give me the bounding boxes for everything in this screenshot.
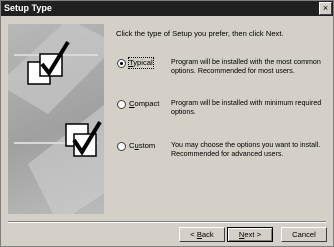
radio-custom[interactable] [117, 142, 126, 151]
cancel-button[interactable]: Cancel [281, 227, 327, 242]
dialog-title: Setup Type [4, 3, 52, 13]
setup-type-dialog: Setup Type × Click the type of Setup you… [0, 0, 334, 247]
option-custom[interactable]: Custom You may choose the options you wa… [117, 141, 327, 165]
compact-label[interactable]: Compact [129, 99, 159, 109]
side-panel-graphic [8, 24, 104, 214]
custom-label[interactable]: Custom [129, 141, 155, 151]
radio-compact[interactable] [117, 100, 126, 109]
instruction-text: Click the type of Setup you prefer, then… [116, 29, 284, 38]
panel-artwork [8, 24, 104, 214]
next-button[interactable]: Next > [227, 227, 273, 242]
compact-description: Program will be installed with minimum r… [171, 99, 322, 116]
option-compact[interactable]: Compact Program will be installed with m… [117, 99, 327, 123]
button-separator [8, 221, 326, 223]
typical-description: Program will be installed with the most … [171, 58, 321, 75]
title-bar[interactable]: Setup Type × [1, 1, 333, 16]
option-typical[interactable]: Typical Program will be installed with t… [117, 57, 327, 82]
radio-selected-dot [120, 62, 123, 65]
radio-typical[interactable] [117, 59, 126, 68]
close-icon: × [322, 3, 329, 13]
custom-description: You may choose the options you want to i… [171, 141, 321, 158]
back-button[interactable]: < Back [179, 227, 225, 242]
typical-label[interactable]: Typical [128, 57, 154, 69]
close-button[interactable]: × [319, 2, 332, 15]
